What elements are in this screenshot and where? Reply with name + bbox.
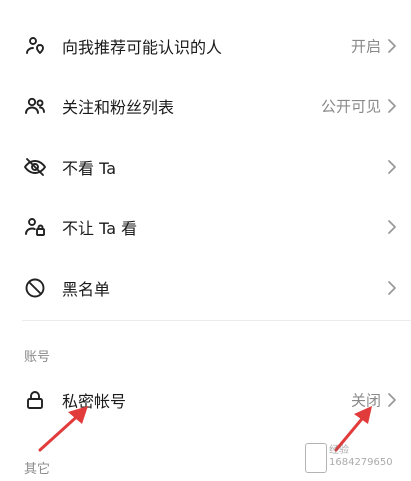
watermark-text: 经验 1684279650 (329, 445, 393, 468)
block-icon (22, 275, 48, 301)
section-header-other: 其它 (24, 462, 51, 477)
row-not-let-ta-see[interactable]: 不让 Ta 看 (0, 197, 411, 257)
row-label: 向我推荐可能认识的人 (62, 38, 223, 57)
chevron-right-icon (387, 280, 397, 296)
person-lock-icon (22, 214, 48, 240)
row-follow-fans-list[interactable]: 关注和粉丝列表 公开可见 (0, 76, 411, 136)
row-label: 关注和粉丝列表 (62, 98, 175, 117)
watermark-badge-icon (305, 443, 327, 473)
chevron-right-icon (387, 219, 397, 235)
chevron-right-icon (387, 392, 397, 408)
row-label: 不让 Ta 看 (62, 219, 138, 238)
eye-slash-icon (22, 154, 48, 180)
row-value: 开启 (350, 37, 381, 56)
people-icon (22, 93, 48, 119)
person-location-icon (22, 33, 48, 59)
row-recommend-people[interactable]: 向我推荐可能认识的人 开启 (0, 16, 411, 76)
chevron-right-icon (387, 38, 397, 54)
chevron-right-icon (387, 159, 397, 175)
watermark-logo: 经验 1684279650 (305, 439, 405, 477)
section-divider (22, 320, 411, 321)
section-header-account: 账号 (24, 350, 51, 365)
row-blacklist[interactable]: 黑名单 (0, 258, 411, 318)
chevron-right-icon (387, 98, 397, 114)
row-label: 黑名单 (62, 280, 111, 299)
row-label: 不看 Ta (62, 159, 117, 178)
annotation-arrow-left (38, 406, 88, 452)
row-value: 公开可见 (320, 97, 381, 116)
row-not-see-ta[interactable]: 不看 Ta (0, 137, 411, 197)
